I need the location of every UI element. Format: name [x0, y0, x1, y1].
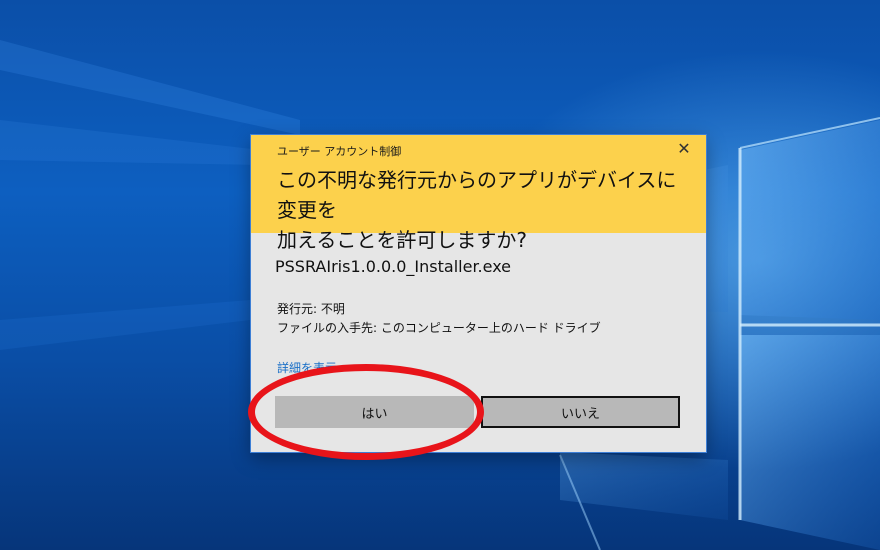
no-button[interactable]: いいえ	[481, 396, 680, 428]
dialog-caption: ユーザー アカウント制御	[277, 145, 402, 158]
publisher-line: 発行元: 不明	[277, 302, 345, 316]
uac-dialog: ユーザー アカウント制御 ✕ この不明な発行元からのアプリがデバイスに変更を 加…	[251, 135, 706, 452]
show-details-link[interactable]: 詳細を表示	[277, 359, 337, 376]
dialog-header: ユーザー アカウント制御 ✕ この不明な発行元からのアプリがデバイスに変更を 加…	[251, 135, 706, 252]
yes-button[interactable]: はい	[275, 396, 474, 428]
app-name: PSSRAIris1.0.0.0_Installer.exe	[275, 257, 512, 276]
dialog-question: この不明な発行元からのアプリがデバイスに変更を 加えることを許可しますか?	[277, 168, 677, 252]
app-info: 発行元: 不明 ファイルの入手先: このコンピューター上のハード ドライブ	[277, 300, 601, 338]
origin-line: ファイルの入手先: このコンピューター上のハード ドライブ	[277, 321, 601, 335]
close-icon[interactable]: ✕	[676, 141, 692, 157]
